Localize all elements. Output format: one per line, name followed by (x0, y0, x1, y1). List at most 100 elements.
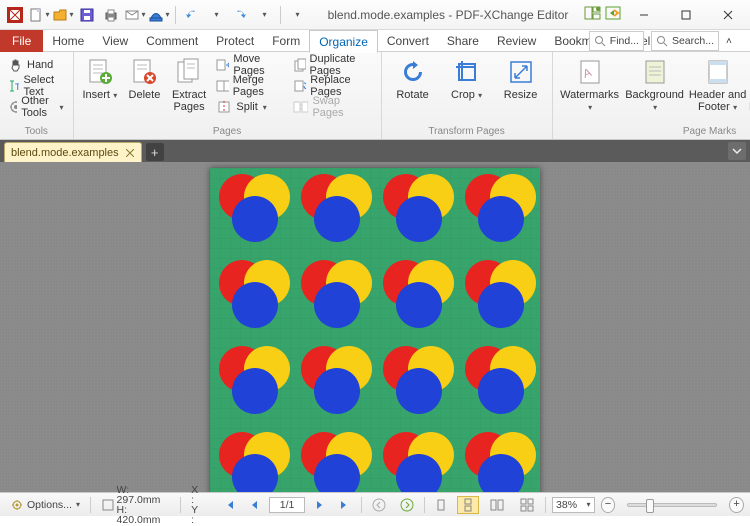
ribbon-minimize-button[interactable]: ˄ (726, 35, 744, 47)
separator (175, 6, 176, 24)
delete-label: Delete (129, 89, 161, 101)
next-page-button[interactable] (311, 496, 329, 514)
dimensions-readout: W: 297.0mmH: 420.0mm (97, 496, 174, 514)
layout-continuous-button[interactable] (457, 496, 479, 514)
tab-comment[interactable]: Comment (137, 30, 207, 52)
group-tools: Hand TSelect Text Other Tools▾ Tools (0, 52, 74, 139)
zoom-field[interactable]: 38%▾ (552, 497, 595, 513)
app-logo-icon[interactable] (4, 4, 26, 26)
insert-label: Insert (82, 89, 110, 101)
watermark-icon: A (575, 57, 605, 87)
undo-history-button[interactable]: ▾ (205, 4, 227, 26)
zoom-slider-thumb[interactable] (646, 499, 654, 513)
redo-button[interactable] (229, 4, 251, 26)
search-box[interactable]: Search... (651, 31, 719, 51)
page-number-field[interactable]: 1/1 (269, 497, 306, 513)
quick-access-toolbar: ▾ ▾ ▾ ▾ ▾ ▾ ▾ (0, 4, 312, 26)
merge-pages-button[interactable]: Merge Pages (213, 76, 286, 96)
tab-share[interactable]: Share (438, 30, 488, 52)
open-button[interactable]: ▾ (52, 4, 74, 26)
tab-convert[interactable]: Convert (378, 30, 438, 52)
prev-page-button[interactable] (245, 496, 263, 514)
zoom-out-button[interactable]: − (601, 497, 616, 513)
swap-label: Swap Pages (312, 95, 371, 119)
watermarks-label: Watermarks (560, 89, 619, 101)
hand-label: Hand (27, 59, 53, 71)
first-page-button[interactable] (219, 496, 239, 514)
zoom-slider[interactable] (627, 503, 717, 507)
layout-single-button[interactable] (431, 496, 451, 514)
minimize-button[interactable] (624, 1, 664, 29)
window-title: blend.mode.examples - PDF-XChange Editor (312, 8, 584, 22)
crop-button[interactable]: Crop ▾ (442, 55, 492, 102)
launch-app-button[interactable] (604, 5, 622, 24)
header-footer-button[interactable]: Header and Footer ▾ (689, 55, 747, 114)
tab-file[interactable]: File (0, 30, 43, 52)
separator (545, 497, 546, 513)
crop-label: Crop (451, 89, 475, 101)
scan-button[interactable]: ▾ (148, 4, 170, 26)
hand-tool-button[interactable]: Hand (6, 55, 67, 75)
group-pages: Insert ▾ Delete Extract Pages Move Pages… (74, 52, 382, 139)
layout-facing-cont-button[interactable] (515, 496, 539, 514)
group-tools-label: Tools (6, 126, 67, 139)
document-viewport[interactable] (0, 162, 750, 492)
save-button[interactable] (76, 4, 98, 26)
resize-button[interactable]: Resize (496, 55, 546, 101)
rotate-icon (398, 57, 428, 87)
duplicate-pages-button[interactable]: Duplicate Pages (290, 55, 374, 75)
separator (424, 497, 425, 513)
options-label: Options... (27, 499, 72, 511)
title-right-buttons (584, 1, 750, 29)
tab-protect[interactable]: Protect (207, 30, 263, 52)
separator (180, 497, 181, 513)
find-box[interactable]: Find... (589, 31, 644, 51)
expand-panel-button[interactable] (728, 142, 746, 160)
page-number-value: 1/1 (280, 499, 295, 511)
split-label: Split (236, 101, 257, 113)
last-page-button[interactable] (335, 496, 355, 514)
swap-pages-button[interactable]: Swap Pages (290, 97, 374, 117)
options-button[interactable]: Options...▾ (6, 496, 84, 514)
ui-options-button[interactable] (584, 5, 602, 24)
close-button[interactable] (708, 1, 748, 29)
extract-icon (174, 57, 204, 87)
move-pages-button[interactable]: Move Pages (213, 55, 286, 75)
rotate-button[interactable]: Rotate (388, 55, 438, 101)
undo-button[interactable] (181, 4, 203, 26)
new-tab-button[interactable]: + (146, 143, 164, 161)
watermarks-button[interactable]: AWatermarks ▾ (559, 55, 621, 114)
group-marks: AWatermarks ▾ Background ▾ Header and Fo… (553, 52, 750, 139)
tab-close-icon[interactable] (125, 148, 135, 158)
tab-organize[interactable]: Organize (309, 30, 378, 53)
nav-forward-button[interactable] (396, 496, 418, 514)
document-tab-label: blend.mode.examples (11, 147, 119, 159)
tab-home[interactable]: Home (43, 30, 93, 52)
separator (280, 6, 281, 24)
email-button[interactable]: ▾ (124, 4, 146, 26)
nav-back-button[interactable] (368, 496, 390, 514)
document-tab[interactable]: blend.mode.examples (4, 142, 142, 162)
print-button[interactable] (100, 4, 122, 26)
select-text-button[interactable]: TSelect Text (6, 76, 67, 96)
extract-label: Extract Pages (172, 89, 206, 113)
insert-pages-button[interactable]: Insert ▾ (80, 55, 121, 102)
tab-form[interactable]: Form (263, 30, 309, 52)
extract-pages-button[interactable]: Extract Pages (169, 55, 210, 113)
tab-review[interactable]: Review (488, 30, 545, 52)
qat-customize-button[interactable]: ▾ (286, 4, 308, 26)
maximize-button[interactable] (666, 1, 706, 29)
redo-history-button[interactable]: ▾ (253, 4, 275, 26)
background-button[interactable]: Background ▾ (625, 55, 685, 114)
layout-facing-button[interactable] (485, 496, 509, 514)
tab-view[interactable]: View (93, 30, 137, 52)
replace-pages-button[interactable]: Replace Pages (290, 76, 374, 96)
zoom-in-button[interactable]: + (729, 497, 744, 513)
insert-icon (85, 57, 115, 87)
svg-text:T: T (15, 82, 19, 92)
other-tools-label: Other Tools (21, 95, 54, 119)
new-doc-button[interactable]: ▾ (28, 4, 50, 26)
delete-pages-button[interactable]: Delete (124, 55, 165, 101)
other-tools-button[interactable]: Other Tools▾ (6, 97, 67, 117)
split-pages-button[interactable]: Split▾ (213, 97, 286, 117)
